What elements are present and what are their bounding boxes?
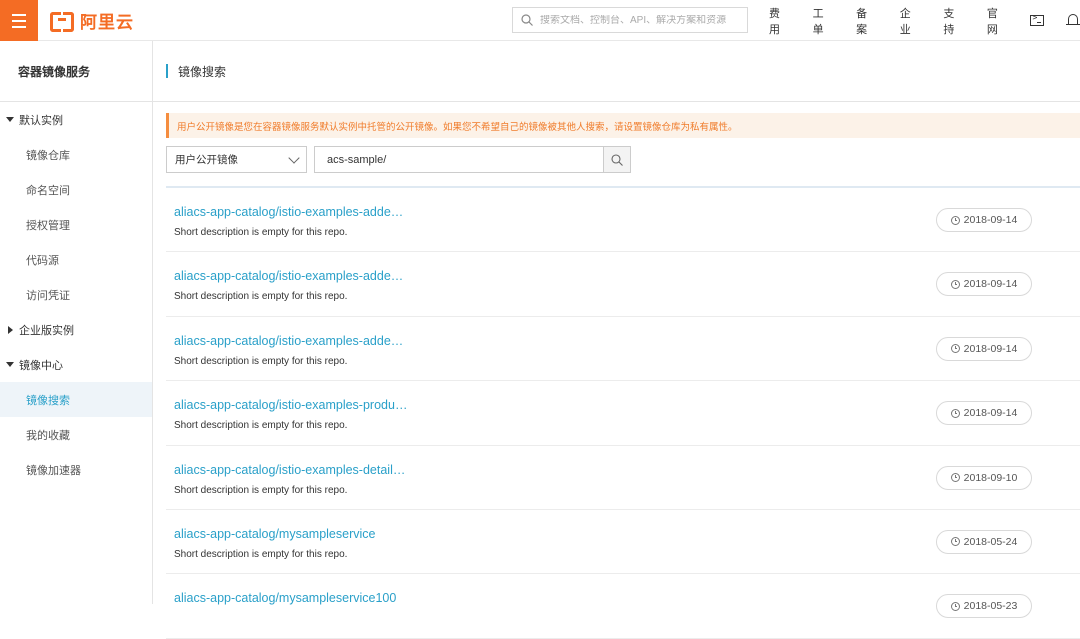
image-type-select-value: 用户公开镜像 [175, 154, 238, 166]
nav-tickets[interactable]: 工单 [813, 5, 835, 37]
date-badge: 2018-05-23 [936, 594, 1032, 619]
repo-description: Short description is empty for this repo… [174, 484, 348, 496]
search-icon [611, 153, 623, 166]
main-content: 镜像搜索 用户公开镜像是您在容器镜像服务默认实例中托管的公开镜像。如果您不希望自… [153, 41, 1080, 639]
sidebar-item-image-search[interactable]: 镜像搜索 [0, 382, 152, 417]
nav-support[interactable]: 支持 [943, 5, 965, 37]
sidebar-item-code-source[interactable]: 代码源 [0, 242, 152, 277]
repo-description: Short description is empty for this repo… [174, 355, 348, 367]
caret-down-icon [6, 117, 14, 122]
sidebar-group-enterprise-instance[interactable]: 企业版实例 [0, 312, 152, 347]
repo-name-link[interactable]: aliacs-app-catalog/istio-examples-adde… [174, 269, 403, 283]
sidebar-title: 容器镜像服务 [0, 41, 152, 102]
hamburger-icon [12, 13, 26, 16]
terminal-icon[interactable] [1030, 13, 1045, 26]
clock-icon [950, 601, 960, 611]
search-icon [521, 14, 533, 26]
clock-icon [950, 344, 960, 354]
bell-icon[interactable] [1066, 13, 1080, 28]
top-nav: 费用 工单 备案 企业 支持 官网 [769, 0, 1080, 41]
sidebar-item-my-favorites[interactable]: 我的收藏 [0, 417, 152, 452]
date-badge: 2018-09-14 [936, 401, 1032, 426]
search-results-list: aliacs-app-catalog/istio-examples-adde… … [166, 186, 1080, 639]
top-bar: 阿里云 费用 工单 备案 企业 支持 官网 [0, 0, 1080, 41]
list-item: aliacs-app-catalog/istio-examples-adde… … [166, 188, 1080, 253]
global-search[interactable] [512, 7, 748, 33]
repo-name-link[interactable]: aliacs-app-catalog/istio-examples-detail… [174, 463, 405, 477]
repo-name-link[interactable]: aliacs-app-catalog/mysampleservice [174, 527, 375, 541]
repo-name-link[interactable]: aliacs-app-catalog/mysampleservice100 [174, 591, 396, 605]
clock-icon [950, 473, 960, 483]
sidebar-group-label: 镜像中心 [19, 359, 63, 372]
list-item: aliacs-app-catalog/istio-examples-adde… … [166, 252, 1080, 317]
repo-description: Short description is empty for this repo… [174, 548, 348, 560]
sidebar-item-image-accelerator[interactable]: 镜像加速器 [0, 452, 152, 487]
global-search-input[interactable] [540, 14, 740, 26]
nav-official-site[interactable]: 官网 [987, 5, 1009, 37]
list-item: aliacs-app-catalog/istio-examples-adde… … [166, 317, 1080, 382]
aliyun-logo-icon [50, 12, 74, 32]
clock-icon [950, 215, 960, 225]
page-title: 镜像搜索 [178, 64, 227, 79]
image-type-select[interactable]: 用户公开镜像 [166, 146, 307, 173]
list-item: aliacs-app-catalog/istio-examples-detail… [166, 446, 1080, 510]
search-filter-row: 用户公开镜像 [166, 146, 631, 173]
page-header: 镜像搜索 [153, 41, 1080, 102]
date-badge: 2018-05-24 [936, 529, 1032, 554]
repo-name-link[interactable]: aliacs-app-catalog/istio-examples-produ… [174, 398, 407, 412]
image-search-input[interactable] [327, 153, 627, 166]
brand-name: 阿里云 [80, 12, 134, 32]
image-search-button[interactable] [603, 146, 631, 173]
date-badge: 2018-09-14 [936, 336, 1032, 361]
date-badge: 2018-09-10 [936, 465, 1032, 490]
date-badge: 2018-09-14 [936, 208, 1032, 232]
chevron-down-icon [288, 151, 300, 164]
clock-icon [950, 279, 960, 289]
clock-icon [950, 537, 960, 547]
sidebar-item-authorization[interactable]: 授权管理 [0, 207, 152, 242]
sidebar-group-image-center[interactable]: 镜像中心 [0, 347, 152, 382]
clock-icon [950, 408, 960, 418]
list-item: aliacs-app-catalog/mysampleservice100 20… [166, 574, 1080, 639]
image-search-field[interactable] [314, 146, 631, 173]
date-badge: 2018-09-14 [936, 272, 1032, 297]
sidebar-item-access-credentials[interactable]: 访问凭证 [0, 277, 152, 312]
nav-filing[interactable]: 备案 [856, 5, 878, 37]
sidebar-group-default-instance[interactable]: 默认实例 [0, 102, 152, 137]
sidebar: 容器镜像服务 默认实例 镜像仓库 命名空间 授权管理 代码源 访问凭证 企业版实… [0, 41, 153, 604]
repo-description: Short description is empty for this repo… [174, 227, 348, 238]
sidebar-group-label: 默认实例 [19, 114, 63, 127]
list-item: aliacs-app-catalog/mysampleservice Short… [166, 510, 1080, 575]
aliyun-logo[interactable]: 阿里云 [50, 9, 134, 32]
nav-enterprise[interactable]: 企业 [900, 5, 922, 37]
repo-description: Short description is empty for this repo… [174, 291, 348, 303]
sidebar-group-label: 企业版实例 [19, 324, 74, 337]
repo-name-link[interactable]: aliacs-app-catalog/istio-examples-adde… [174, 334, 403, 348]
list-item: aliacs-app-catalog/istio-examples-produ…… [166, 381, 1080, 446]
hamburger-menu-button[interactable] [0, 0, 38, 41]
notice-banner: 用户公开镜像是您在容器镜像服务默认实例中托管的公开镜像。如果您不希望自己的镜像被… [166, 113, 1080, 138]
sidebar-item-repositories[interactable]: 镜像仓库 [0, 137, 152, 172]
repo-name-link[interactable]: aliacs-app-catalog/istio-examples-adde… [174, 205, 403, 219]
caret-down-icon [6, 362, 14, 367]
caret-right-icon [8, 325, 13, 334]
nav-fees[interactable]: 费用 [769, 5, 791, 37]
sidebar-item-namespaces[interactable]: 命名空间 [0, 172, 152, 207]
repo-description: Short description is empty for this repo… [174, 420, 348, 432]
